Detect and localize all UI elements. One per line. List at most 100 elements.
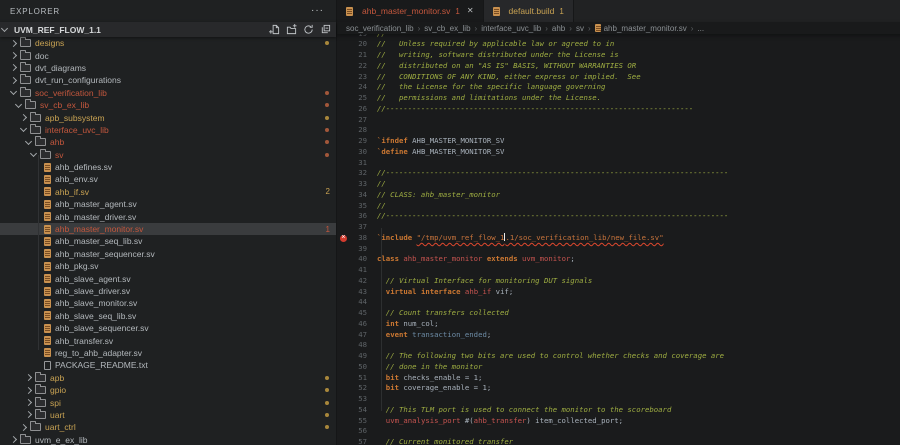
code-line-39[interactable]: 39 [337,244,900,255]
code-line-27[interactable]: 27 [337,115,900,126]
tree-item-ahb_master_monitor.sv[interactable]: ahb_master_monitor.sv1 [0,223,336,235]
tree-item-ahb_slave_sequencer.sv[interactable]: ahb_slave_sequencer.sv [0,322,336,334]
code-line-41[interactable]: 41 [337,265,900,276]
chevron-right-icon[interactable] [25,374,32,381]
chevron-right-icon[interactable] [25,399,32,406]
breadcrumb-item[interactable]: ahb [552,24,565,33]
tree-item-ahb_slave_seq_lib.sv[interactable]: ahb_slave_seq_lib.sv [0,310,336,322]
tree-item-ahb_master_agent.sv[interactable]: ahb_master_agent.sv [0,198,336,210]
code-line-53[interactable]: 53 [337,394,900,405]
code-line-25[interactable]: 25// permissions and limitations under t… [337,93,900,104]
chevron-right-icon[interactable] [20,114,27,121]
code-line-44[interactable]: 44 [337,297,900,308]
code-line-51[interactable]: 51 bit checks_enable = 1; [337,373,900,384]
tree-item-ahb_env.sv[interactable]: ahb_env.sv [0,173,336,185]
code-line-47[interactable]: 47 event transaction_ended; [337,330,900,341]
tree-item-gpio[interactable]: gpio [0,384,336,396]
breadcrumb-item[interactable]: interface_uvc_lib [481,24,541,33]
breadcrumb-item[interactable]: ahb_master_monitor.sv [604,24,687,33]
tree-item-ahb_defines.sv[interactable]: ahb_defines.sv [0,161,336,173]
tree-item-ahb_transfer.sv[interactable]: ahb_transfer.sv [0,334,336,346]
chevron-right-icon[interactable] [20,424,27,431]
chevron-right-icon[interactable] [10,436,17,443]
code-line-29[interactable]: 29`ifndef AHB_MASTER_MONITOR_SV [337,136,900,147]
code-line-22[interactable]: 22// distributed on an "AS IS" BASIS, WI… [337,61,900,72]
tree-item-ahb[interactable]: ahb [0,136,336,148]
new-file-icon[interactable] [269,24,280,35]
tree-item-reg_to_ahb_adapter.sv[interactable]: reg_to_ahb_adapter.sv [0,347,336,359]
chevron-right-icon[interactable] [10,40,17,47]
code-line-21[interactable]: 21// writing, software distributed under… [337,50,900,61]
code-line-46[interactable]: 46 int num_col; [337,319,900,330]
tree-item-ahb_master_sequencer.sv[interactable]: ahb_master_sequencer.sv [0,248,336,260]
breadcrumb-item[interactable]: sv_cb_ex_lib [424,24,470,33]
chevron-right-icon[interactable] [25,387,32,394]
code-line-42[interactable]: 42 // Virtual Interface for monitoring D… [337,276,900,287]
chevron-right-icon[interactable] [10,77,17,84]
chevron-down-icon[interactable] [10,88,17,95]
tree-item-ahb_pkg.sv[interactable]: ahb_pkg.sv [0,260,336,272]
chevron-down-icon[interactable] [15,101,22,108]
tree-item-ahb_slave_driver.sv[interactable]: ahb_slave_driver.sv [0,285,336,297]
tree-item-dvt_diagrams[interactable]: dvt_diagrams [0,62,336,74]
code-line-23[interactable]: 23// CONDITIONS OF ANY KIND, either expr… [337,72,900,83]
tree-item-sv_cb_ex_lib[interactable]: sv_cb_ex_lib [0,99,336,111]
chevron-right-icon[interactable] [10,64,17,71]
tree-item-ahb_slave_monitor.sv[interactable]: ahb_slave_monitor.sv [0,297,336,309]
tab-ahb_master_monitor.sv[interactable]: ahb_master_monitor.sv1✕ [337,0,484,22]
code-line-33[interactable]: 33// [337,179,900,190]
code-line-34[interactable]: 34// CLASS: ahb_master_monitor [337,190,900,201]
code-line-52[interactable]: 52 bit coverage_enable = 1; [337,383,900,394]
code-line-32[interactable]: 32//------------------------------------… [337,168,900,179]
tree-item-ahb_master_seq_lib.sv[interactable]: ahb_master_seq_lib.sv [0,235,336,247]
code-line-35[interactable]: 35// [337,201,900,212]
more-actions-icon[interactable]: ··· [311,8,336,14]
new-folder-icon[interactable] [286,24,297,35]
tree-item-spi[interactable]: spi [0,396,336,408]
chevron-right-icon[interactable] [25,411,32,418]
code-line-26[interactable]: 26//------------------------------------… [337,104,900,115]
tree-item-uart_ctrl[interactable]: uart_ctrl [0,421,336,433]
tree-item-soc_verification_lib[interactable]: soc_verification_lib [0,87,336,99]
project-section-header[interactable]: UVM_REF_FLOW_1.1 [0,22,336,37]
code-line-30[interactable]: 30`define AHB_MASTER_MONITOR_SV [337,147,900,158]
code-line-50[interactable]: 50 // done in the monitor [337,362,900,373]
chevron-down-icon[interactable] [30,150,37,157]
tree-item-ahb_slave_agent.sv[interactable]: ahb_slave_agent.sv [0,272,336,284]
code-line-40[interactable]: 40class ahb_master_monitor extends uvm_m… [337,254,900,265]
chevron-right-icon[interactable] [10,52,17,59]
tree-item-apb_subsystem[interactable]: apb_subsystem [0,111,336,123]
code-line-36[interactable]: 36//------------------------------------… [337,211,900,222]
code-line-48[interactable]: 48 [337,340,900,351]
collapse-all-icon[interactable] [320,24,331,35]
code-line-20[interactable]: 20// Unless required by applicable law o… [337,39,900,50]
code-line-24[interactable]: 24// the License for the specific langua… [337,82,900,93]
code-line-38[interactable]: 38`include "/tmp/uvm_ref_flow_1.1/soc_ve… [337,233,900,244]
tree-item-sv[interactable]: sv [0,149,336,161]
tree-item-interface_uvc_lib[interactable]: interface_uvc_lib [0,124,336,136]
code-line-45[interactable]: 45 // Count transfers collected [337,308,900,319]
code-line-56[interactable]: 56 [337,426,900,437]
breadcrumb-item[interactable]: soc_verification_lib [346,24,414,33]
code-line-37[interactable]: 37 [337,222,900,233]
tree-item-designs[interactable]: designs [0,37,336,49]
code-editor[interactable]: 19//20// Unless required by applicable l… [337,34,900,445]
chevron-down-icon[interactable] [20,125,27,132]
code-line-57[interactable]: 57 // Current monitored transfer [337,437,900,445]
code-line-28[interactable]: 28 [337,125,900,136]
code-line-43[interactable]: 43 virtual interface ahb_if vif; [337,287,900,298]
tree-item-ahb_if.sv[interactable]: ahb_if.sv2 [0,186,336,198]
tab-default.build[interactable]: default.build1 [484,0,574,22]
tree-item-dvt_run_configurations[interactable]: dvt_run_configurations [0,74,336,86]
tree-item-ahb_master_driver.sv[interactable]: ahb_master_driver.sv [0,210,336,222]
code-line-54[interactable]: 54 // This TLM port is used to connect t… [337,405,900,416]
breadcrumb-item[interactable]: ... [697,24,704,33]
close-icon[interactable]: ✕ [467,7,474,15]
tree-item-apb[interactable]: apb [0,372,336,384]
tree-item-doc[interactable]: doc [0,49,336,61]
tree-item-PACKAGE_README.txt[interactable]: PACKAGE_README.txt [0,359,336,371]
breadcrumb-item[interactable]: sv [576,24,584,33]
tree-item-uvm_e_ex_lib[interactable]: uvm_e_ex_lib [0,434,336,445]
chevron-down-icon[interactable] [25,138,32,145]
refresh-icon[interactable] [303,24,314,35]
